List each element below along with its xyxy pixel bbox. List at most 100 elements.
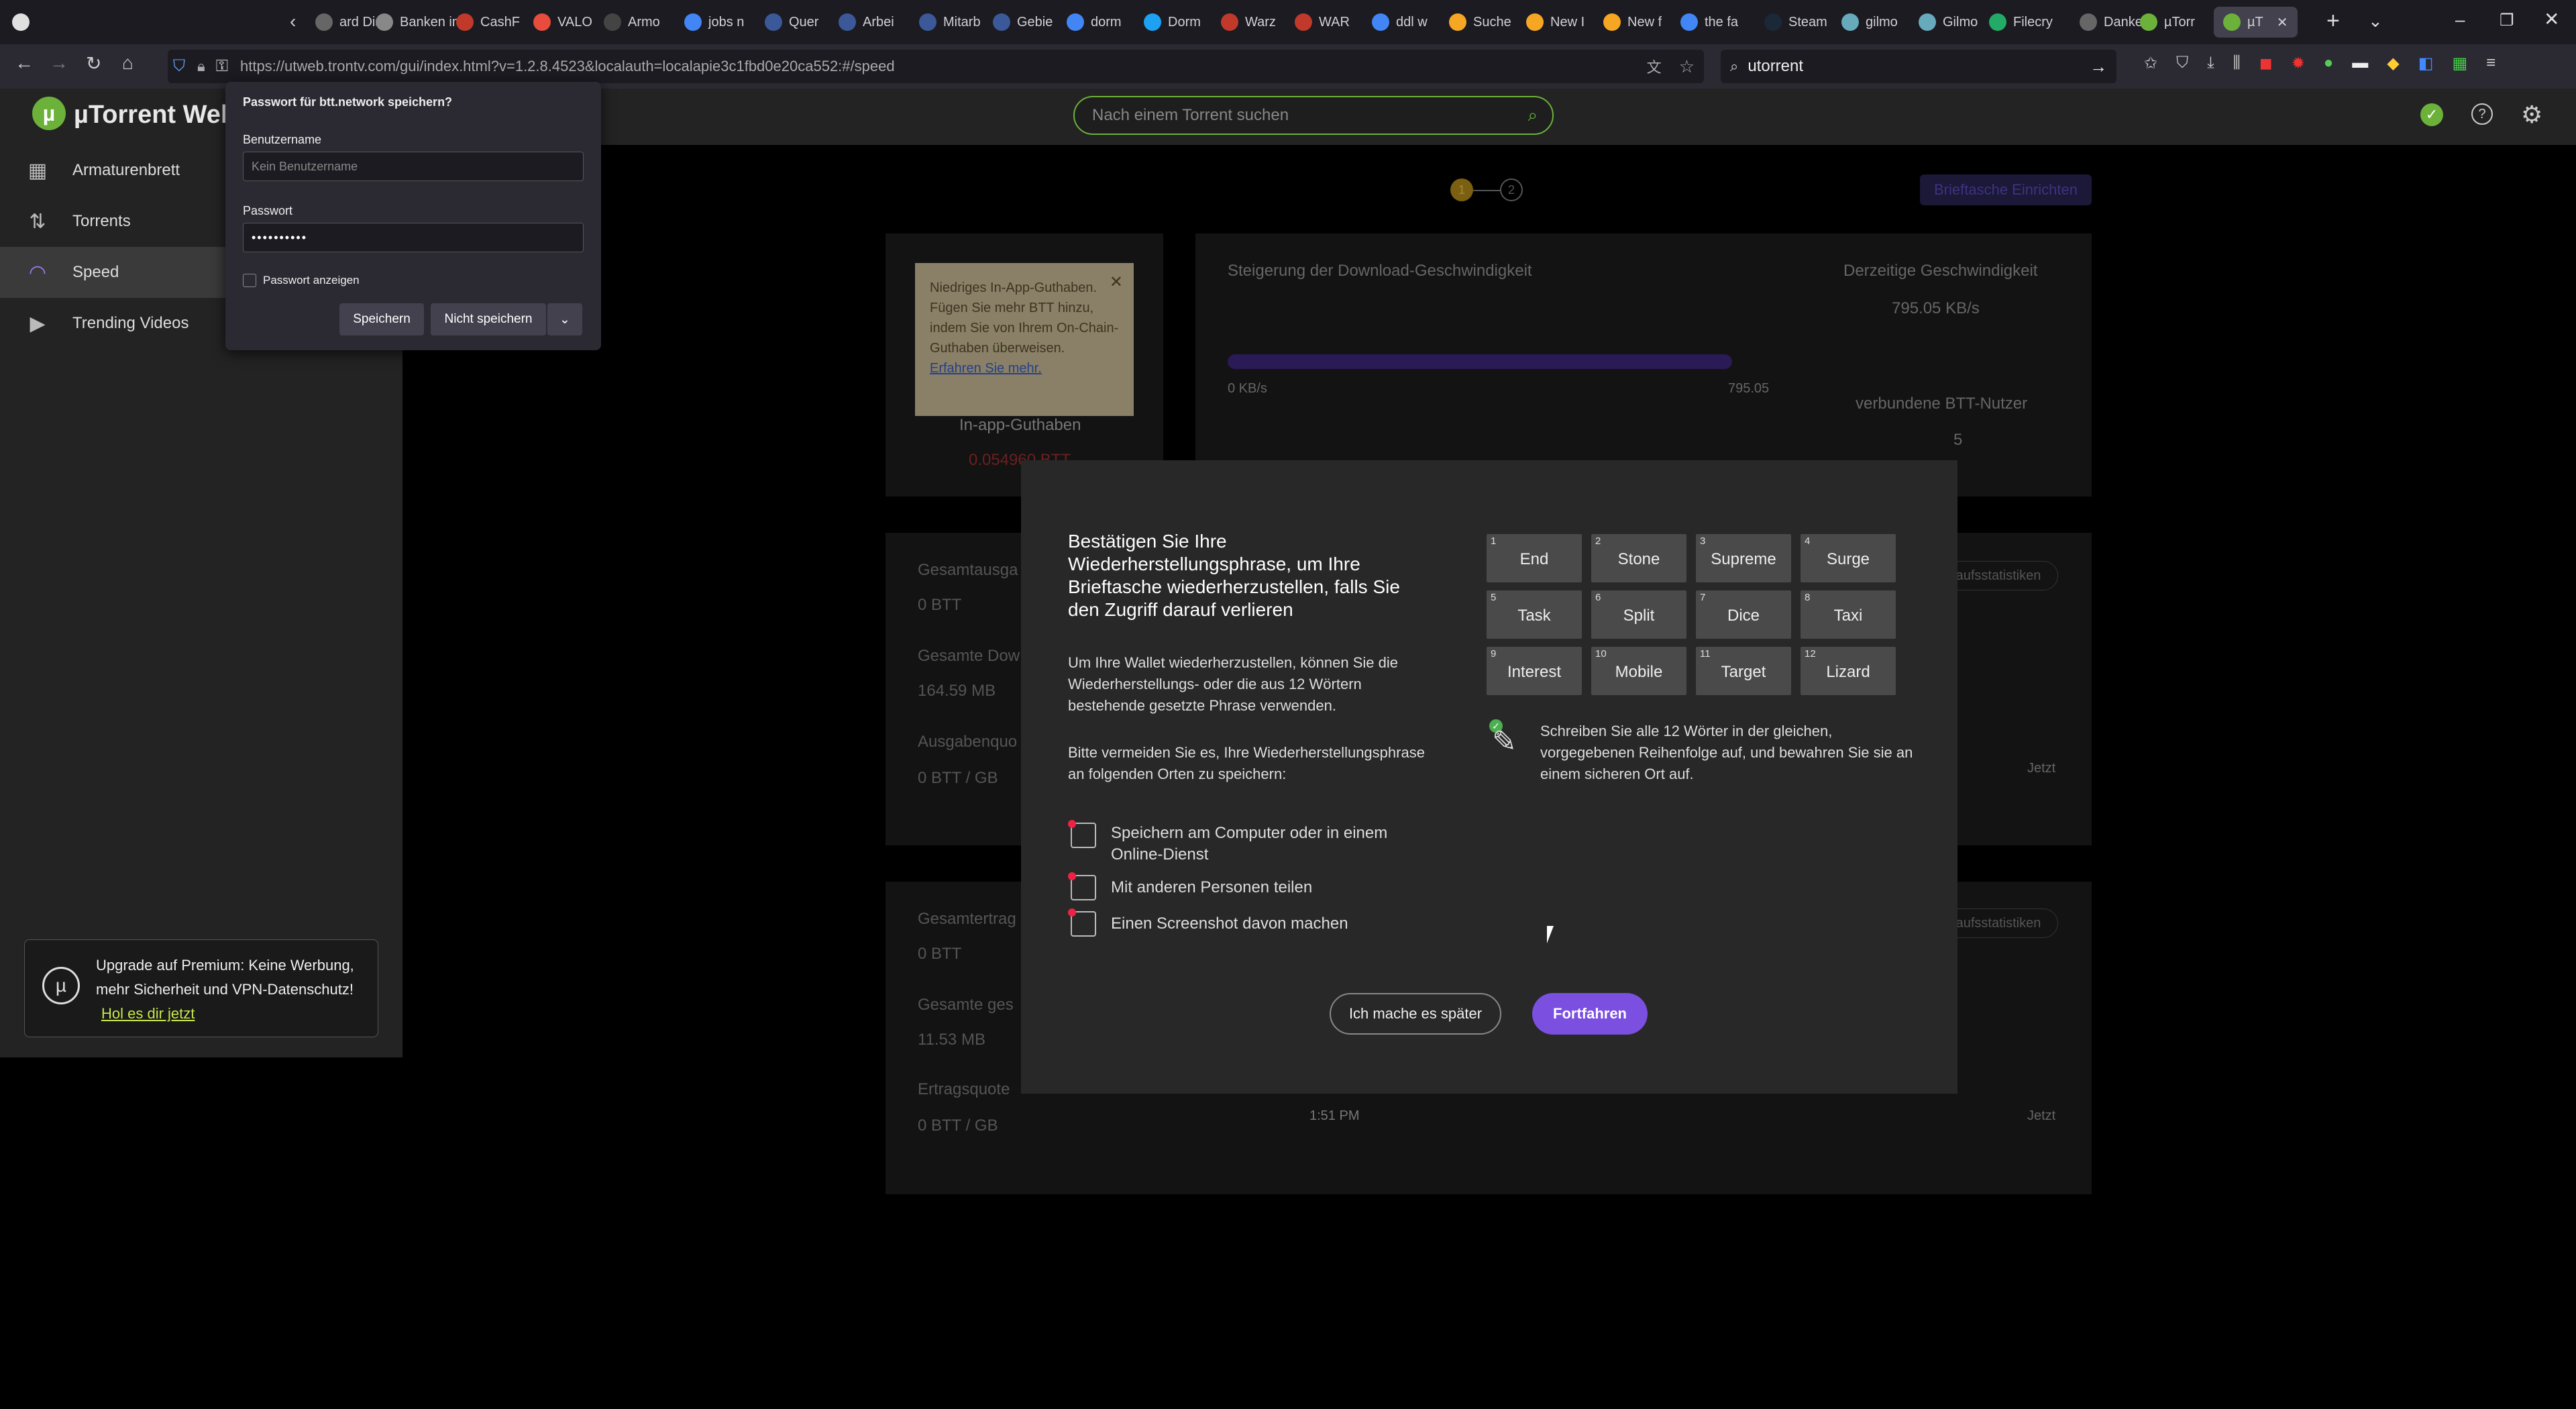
browser-tab[interactable]: CashF [456,7,520,38]
tooltip-link[interactable]: Erfahren Sie mehr. [930,361,1042,376]
browser-tab[interactable]: Gebie [993,7,1053,38]
phone-screenshot-icon [1068,908,1096,937]
favicon-icon [1919,13,1936,31]
search-icon[interactable]: ⌕ [1527,105,1538,126]
tab-label: Filecry [2013,14,2053,30]
extension-red2-icon[interactable]: ✹ [2292,54,2305,73]
browser-tab[interactable]: Banken in [376,7,460,38]
extension-dark-icon[interactable]: ▬ [2352,54,2368,73]
setup-wallet-button[interactable]: Brieftasche Einrichten [1920,174,2092,205]
browser-tab[interactable]: µTorr [2140,7,2195,38]
word-text: End [1519,550,1549,568]
favicon-icon [1449,13,1466,31]
browser-tab[interactable]: the fa [1680,7,1738,38]
pocket-icon[interactable]: ⛉ [2176,54,2188,73]
minimize-icon[interactable]: – [2455,9,2465,30]
settings-gear-icon[interactable]: ⚙ [2521,101,2542,129]
extension-red-icon[interactable]: ◼ [2259,54,2273,73]
browser-tab[interactable]: WAR [1295,7,1350,38]
username-label: Benutzername [243,133,322,146]
browser-tab[interactable]: Warz [1221,7,1276,38]
time-label: 1:51 PM [1309,1108,1360,1123]
browser-tab[interactable]: jobs n [684,7,744,38]
close-tab-icon[interactable]: ✕ [2277,14,2288,31]
key-icon[interactable]: ⚿ [216,57,228,76]
progress-left-label: 0 KB/s [1228,381,1267,396]
browser-tab[interactable]: µT ✕ [2214,7,2298,38]
premium-link[interactable]: Hol es dir jetzt [101,1005,195,1022]
back-icon[interactable]: ← [15,52,34,74]
browser-tab[interactable]: Filecry [1989,7,2053,38]
lock-icon[interactable]: 🔒︎ [197,58,205,75]
modal-title: Bestätigen Sie Ihre Wiederherstellungsph… [1068,531,1400,620]
favicon-icon [1067,13,1084,31]
menu-icon[interactable]: ≡ [2486,54,2496,73]
download-icon[interactable]: ⤓ [2207,54,2214,73]
go-arrow-icon[interactable]: → [2090,56,2107,77]
browser-tab[interactable]: Gilmo [1919,7,1978,38]
tab-label: µT [2247,14,2263,30]
tab-label: Gilmo [1943,14,1978,30]
more-options-dropdown[interactable]: ⌄ [547,303,582,335]
username-field[interactable]: Kein Benutzername [243,152,584,181]
forward-icon[interactable]: → [50,52,68,74]
new-tab-icon[interactable]: + [2326,8,2340,34]
tooltip-close-icon[interactable]: ✕ [1110,272,1123,293]
current-speed-value: 795.05 KB/s [1892,299,1980,317]
url-bar[interactable]: ⛉ 🔒︎ ⚿ https://utweb.trontv.com/gui/inde… [168,50,1704,83]
show-password-checkbox[interactable] [243,274,256,287]
browser-tab[interactable]: Quer [765,7,818,38]
browser-tab[interactable]: New I [1526,7,1585,38]
help-icon[interactable]: ? [2471,103,2493,125]
browser-tab[interactable]: Dorm [1144,7,1201,38]
continue-button[interactable]: Fortfahren [1532,993,1648,1035]
browser-tab[interactable]: Mitarb [919,7,981,38]
torrent-search-placeholder: Nach einem Torrent suchen [1092,106,1289,124]
stats-button-label: aufsstatistiken [1955,568,2041,583]
share-icon [1068,872,1096,900]
extension-blue-icon[interactable]: ◧ [2418,54,2434,73]
later-button[interactable]: Ich mache es später [1330,993,1501,1035]
shield-icon[interactable]: ⛉ [173,57,185,76]
browser-tab[interactable]: Danke [2080,7,2143,38]
browser-tab[interactable]: gilmo [1841,7,1898,38]
browser-tab[interactable]: dorm [1067,7,1122,38]
dont-save-button[interactable]: Nicht speichern [431,303,546,335]
favicon-icon [1841,13,1859,31]
browser-tab[interactable]: Steam [1764,7,1827,38]
browser-tab[interactable]: VALO [533,7,592,38]
browser-tab[interactable]: New f [1603,7,1662,38]
recovery-word: 1 End [1487,534,1582,582]
extension-green-icon[interactable]: ● [2324,54,2334,73]
password-field[interactable]: •••••••••• [243,223,584,252]
extension-yellow-icon[interactable]: ◆ [2387,54,2399,73]
dont-save-label: Nicht speichern [444,312,533,326]
save-password-button[interactable]: Speichern [339,303,424,335]
browser-tab[interactable]: ddl w [1372,7,1428,38]
favicon-icon [315,13,333,31]
reload-icon[interactable]: ↻ [86,52,101,74]
close-window-icon[interactable]: ✕ [2544,8,2559,30]
sidebar-item-label: Trending Videos [72,314,189,332]
home-icon[interactable]: ⌂ [122,52,133,74]
torrent-search-input[interactable]: Nach einem Torrent suchen ⌕ [1073,96,1554,135]
extension-grid-icon[interactable]: ▦ [2452,54,2467,73]
browser-tab[interactable]: Armo [604,7,660,38]
tab-list-icon[interactable]: ⌄ [2368,11,2383,32]
word-text: Stone [1617,550,1660,568]
translate-icon[interactable]: 文 [1647,56,1662,77]
word-number: 2 [1595,535,1601,547]
browser-tab[interactable]: Arbei [839,7,894,38]
tab-scroll-left-icon[interactable]: ‹ [290,11,296,32]
browser-search-field[interactable]: ⌕ utorrent → [1721,50,2116,83]
bookmark-star-icon[interactable]: ☆ [1679,56,1695,77]
restore-icon[interactable]: ❐ [2500,11,2514,30]
popup-title: Passwort für btt.network speichern? [243,95,453,109]
status-check-icon[interactable]: ✓ [2420,103,2443,126]
library-icon[interactable]: ⫼ [2233,54,2241,73]
browser-tab[interactable]: Suche [1449,7,1511,38]
search-icon: ⌕ [1730,58,1739,74]
bookmarks-icon[interactable]: ✩ [2144,54,2157,73]
favicon-icon [2140,13,2157,31]
connected-users-count: 5 [1953,431,1963,449]
